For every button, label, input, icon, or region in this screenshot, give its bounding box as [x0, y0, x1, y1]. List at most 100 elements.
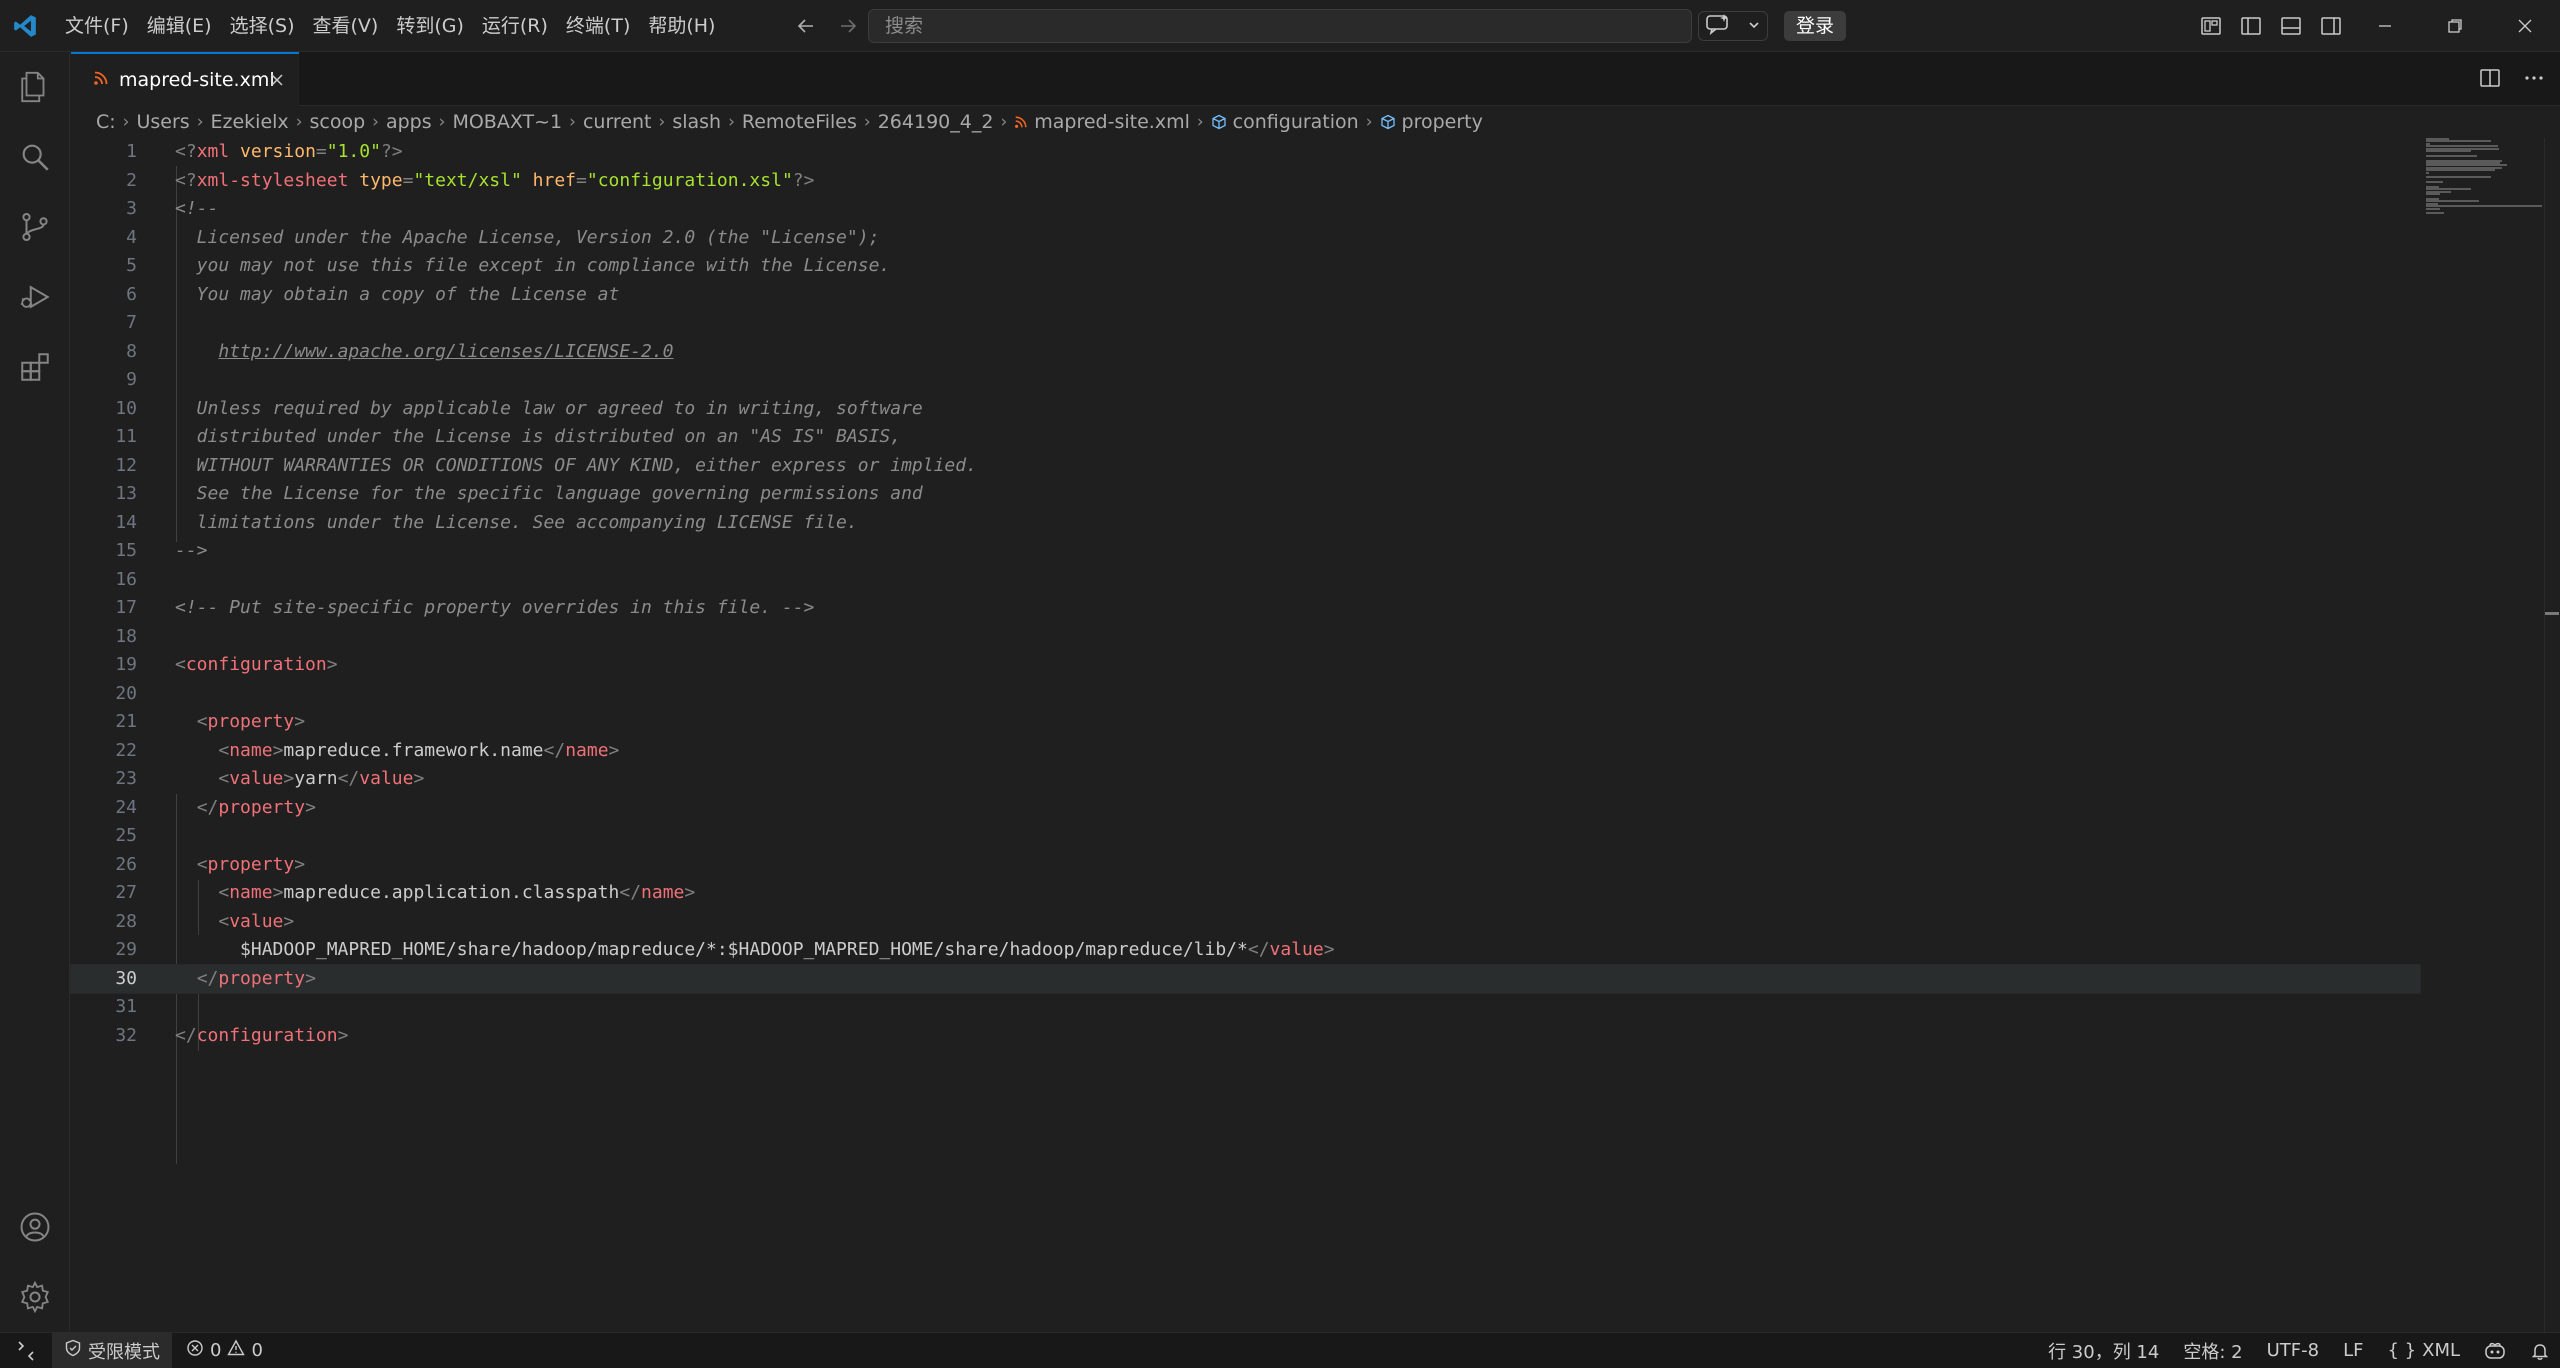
toggle-secondary-sidebar-icon[interactable]	[2318, 13, 2344, 39]
breadcrumb-symbol[interactable]: property	[1402, 111, 1483, 133]
encoding[interactable]: UTF-8	[2267, 1340, 2319, 1361]
code-token: name	[229, 882, 273, 903]
code-line[interactable]: 22 <name>mapreduce.framework.name</name>	[71, 737, 2420, 766]
code-line[interactable]: 28 <value>	[71, 908, 2420, 937]
code-line[interactable]: 21 <property>	[71, 708, 2420, 737]
line-number: 20	[115, 682, 137, 704]
toggle-primary-sidebar-icon[interactable]	[2238, 13, 2264, 39]
breadcrumb-item[interactable]: C:	[96, 111, 116, 133]
code-line[interactable]: 15 -->	[71, 537, 2420, 566]
forward-arrow-icon[interactable]	[834, 12, 862, 40]
menu-terminal[interactable]: 终端(T)	[557, 0, 639, 52]
code-line[interactable]: 30 </property>	[70, 963, 2421, 994]
code-line[interactable]: 7	[71, 309, 2420, 338]
customize-layout-icon[interactable]	[2198, 13, 2224, 39]
code-token: property	[207, 853, 295, 875]
end-of-line[interactable]: LF	[2343, 1340, 2363, 1361]
code-line[interactable]: 13 See the License for the specific lang…	[71, 480, 2420, 509]
code-line[interactable]: 32 </configuration>	[71, 1022, 2420, 1051]
code-line[interactable]: 16	[71, 566, 2420, 595]
code-line[interactable]: 10 Unless required by applicable law or …	[71, 395, 2420, 424]
code-line[interactable]: 4 Licensed under the Apache License, Ver…	[71, 224, 2420, 253]
command-center-search[interactable]: 搜索	[868, 9, 1692, 43]
code-line[interactable]: 31	[71, 993, 2420, 1022]
code-line[interactable]: 1 <?xml version="1.0"?>	[71, 138, 2420, 167]
code-token: >	[272, 739, 284, 761]
restore-icon[interactable]	[2420, 0, 2490, 52]
source-control-icon[interactable]	[0, 192, 70, 262]
indentation[interactable]: 空格: 2	[2183, 1338, 2242, 1364]
menu-go[interactable]: 转到(G)	[387, 0, 473, 52]
code-line[interactable]: 2 <?xml-stylesheet type="text/xsl" href="…	[71, 167, 2420, 196]
code-editor[interactable]: 1 <?xml version="1.0"?> 2 <?xml-stylesheet …	[70, 138, 2560, 1332]
toggle-panel-icon[interactable]	[2278, 13, 2304, 39]
language-mode[interactable]: { } XML	[2387, 1340, 2460, 1361]
breadcrumb-item[interactable]: scoop	[310, 111, 366, 133]
breadcrumb-item[interactable]: slash	[672, 111, 721, 133]
code-line[interactable]: 20	[71, 680, 2420, 709]
menu-selection[interactable]: 选择(S)	[221, 0, 304, 52]
run-and-debug-icon[interactable]	[0, 262, 70, 332]
restricted-mode-indicator[interactable]: 受限模式	[52, 1333, 172, 1368]
code-line[interactable]: 9	[71, 366, 2420, 395]
back-arrow-icon[interactable]	[792, 12, 820, 40]
code-line[interactable]: 29 $HADOOP_MAPRED_HOME/share/hadoop/mapr…	[71, 936, 2420, 965]
code-line[interactable]: 3 <!--	[71, 195, 2420, 224]
copilot-icon[interactable]	[2484, 1341, 2506, 1361]
login-button[interactable]: 登录	[1784, 11, 1846, 41]
explorer-icon[interactable]	[0, 52, 70, 122]
code-line[interactable]: 26 <property>	[71, 851, 2420, 880]
code-line[interactable]: 17 <!-- Put site-specific property overri…	[71, 594, 2420, 623]
menu-view[interactable]: 查看(V)	[304, 0, 388, 52]
accounts-icon[interactable]	[0, 1192, 70, 1262]
code-line[interactable]: 19 <configuration>	[71, 651, 2420, 680]
menu-edit[interactable]: 编辑(E)	[138, 0, 221, 52]
code-text: you may not use this file except in comp…	[175, 252, 891, 281]
code-text: $HADOOP_MAPRED_HOME/share/hadoop/mapredu…	[175, 936, 1335, 965]
remote-indicator-icon[interactable]	[0, 1333, 52, 1368]
minimize-icon[interactable]	[2350, 0, 2420, 52]
cursor-position[interactable]: 行 30，列 14	[2048, 1338, 2159, 1364]
code-line[interactable]: 27 <name>mapreduce.application.classpath…	[71, 879, 2420, 908]
copilot-chat-button[interactable]	[1698, 11, 1768, 41]
code-line[interactable]: 5 you may not use this file except in co…	[71, 252, 2420, 281]
close-window-icon[interactable]	[2490, 0, 2560, 52]
vertical-scrollbar[interactable]	[2544, 138, 2560, 1332]
extensions-icon[interactable]	[0, 332, 70, 402]
code-line[interactable]: 11 distributed under the License is dist…	[71, 423, 2420, 452]
menu-run[interactable]: 运行(R)	[473, 0, 557, 52]
code-line[interactable]: 6 You may obtain a copy of the License a…	[71, 281, 2420, 310]
split-editor-icon[interactable]	[2478, 66, 2502, 94]
code-line[interactable]: 24 </property>	[71, 794, 2420, 823]
code-line[interactable]: 23 <value>yarn</value>	[71, 765, 2420, 794]
tab-mapred-site-xml[interactable]: mapred-site.xml	[71, 52, 299, 106]
breadcrumb-file[interactable]: mapred-site.xml	[1034, 111, 1190, 133]
minimap-line	[2426, 171, 2430, 174]
close-icon[interactable]	[265, 68, 289, 92]
code-line[interactable]: 18	[71, 623, 2420, 652]
breadcrumb-item[interactable]: Users	[136, 111, 189, 133]
code-token: configuration	[196, 1024, 338, 1046]
breadcrumb-item[interactable]: Ezekielx	[211, 111, 289, 133]
menu-help[interactable]: 帮助(H)	[639, 0, 724, 52]
menu-file[interactable]: 文件(F)	[56, 0, 138, 52]
notifications-bell-icon[interactable]	[2530, 1341, 2550, 1361]
minimap[interactable]	[2424, 138, 2544, 218]
breadcrumb-item[interactable]: 264190_4_2	[878, 111, 994, 133]
breadcrumb-item[interactable]: RemoteFiles	[742, 111, 857, 133]
search-icon[interactable]	[0, 122, 70, 192]
line-number: 19	[115, 654, 137, 675]
breadcrumb-item[interactable]: apps	[386, 111, 432, 133]
settings-gear-icon[interactable]	[0, 1262, 70, 1332]
code-line[interactable]: 25	[71, 822, 2420, 851]
breadcrumb-item[interactable]: MOBAXT~1	[452, 111, 562, 133]
breadcrumb-symbol[interactable]: configuration	[1233, 111, 1359, 133]
breadcrumb-item[interactable]: current	[583, 111, 652, 133]
chevron-right-icon: ›	[1196, 112, 1204, 132]
more-actions-icon[interactable]	[2522, 66, 2546, 94]
code-line[interactable]: 14 limitations under the License. See ac…	[71, 509, 2420, 538]
problems-indicator[interactable]: 0 0	[186, 1333, 263, 1368]
code-line[interactable]: 12 WITHOUT WARRANTIES OR CONDITIONS OF A…	[71, 452, 2420, 481]
code-line[interactable]: 8 http://www.apache.org/licenses/LICENSE…	[71, 338, 2420, 367]
